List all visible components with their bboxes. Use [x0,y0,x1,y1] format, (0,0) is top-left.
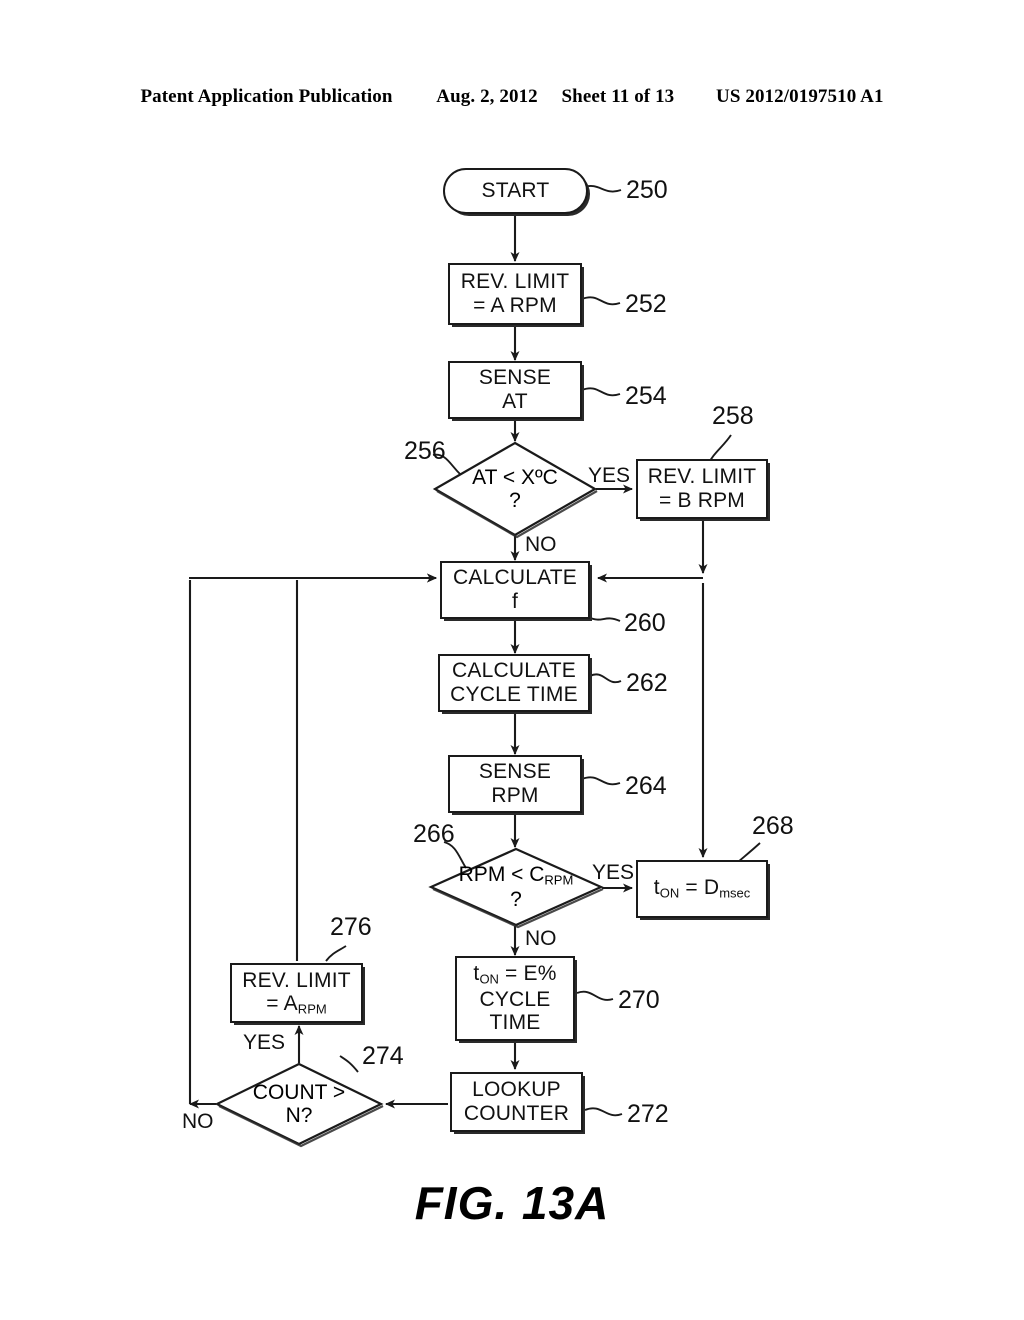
node-ton-e-line1: tON = E% [473,962,557,988]
node-rev-limit-a: REV. LIMIT = A RPM [448,263,582,325]
node-start-label: START [481,179,550,203]
edge-label-at-no: NO [525,533,557,556]
ref-258: 258 [712,402,754,430]
patent-drawing-sheet: Patent Application Publication Aug. 2, 2… [0,0,1024,1320]
edge-label-rpm-no: NO [525,927,557,950]
node-rev-limit-a2-line1: REV. LIMIT [242,968,351,992]
leader-262 [589,673,622,684]
node-rev-limit-b: REV. LIMIT = B RPM [636,459,768,519]
node-rev-limit-a-line2: = A RPM [473,294,557,317]
node-calculate-cycle-time-line1: CALCULATE [452,659,576,683]
ref-250: 250 [626,176,668,204]
node-ton-e-line3: TIME [489,1011,541,1035]
node-calculate-f: CALCULATE f [440,561,590,619]
node-sense-rpm: SENSE RPM [448,755,582,813]
leader-260 [587,616,621,622]
node-calculate-cycle-time-line2: CYCLE TIME [450,683,578,706]
ref-276: 276 [330,913,372,941]
ref-268: 268 [752,812,794,840]
node-sense-rpm-line2: RPM [491,784,539,807]
edge-label-at-yes: YES [588,464,631,487]
figure-caption: FIG. 13A [414,1177,610,1229]
node-ton-d: tON = Dmsec [636,860,768,918]
ref-274: 274 [362,1042,404,1070]
ref-262: 262 [626,669,668,697]
leader-254 [581,387,621,397]
node-sense-at-line2: AT [502,390,528,413]
edge-label-count-no: NO [182,1110,214,1133]
ref-252: 252 [625,290,667,318]
node-rpm-check: RPM < CRPM ? [428,847,604,929]
ref-266: 266 [413,820,455,848]
node-calculate-cycle-time: CALCULATE CYCLE TIME [438,654,590,712]
node-lookup-counter-line2: COUNTER [463,1102,570,1125]
node-rev-limit-a-line1: REV. LIMIT [460,270,570,294]
node-lookup-counter-line1: LOOKUP [472,1078,561,1102]
node-start: START [443,168,588,214]
ref-254: 254 [625,382,667,410]
ref-272: 272 [627,1100,669,1128]
ref-264: 264 [625,772,667,800]
node-calculate-f-line2: f [511,590,519,613]
node-calculate-f-line1: CALCULATE [453,566,577,590]
ref-260: 260 [624,609,666,637]
node-ton-e: tON = E% CYCLE TIME [455,956,575,1041]
node-at-check: AT < XºC ? [432,441,598,539]
node-sense-at-line1: SENSE [478,366,552,390]
node-sense-at: SENSE AT [448,361,582,419]
edge-label-rpm-yes: YES [592,861,635,884]
node-ton-d-label: tON = Dmsec [653,876,751,902]
node-rev-limit-b-line1: REV. LIMIT [647,465,757,489]
leader-250 [583,184,622,193]
node-rev-limit-b-line2: = B RPM [658,489,745,512]
leader-270 [576,990,614,1001]
leader-276 [325,945,347,962]
ref-256: 256 [404,437,446,465]
node-rev-limit-a2: REV. LIMIT = ARPM [230,963,363,1023]
edge-label-count-yes: YES [243,1031,286,1054]
node-rev-limit-a2-line2: = ARPM [266,992,327,1017]
leader-272 [584,1107,623,1117]
node-lookup-counter: LOOKUP COUNTER [450,1072,583,1132]
leader-264 [581,776,621,786]
ref-270: 270 [618,986,660,1014]
node-ton-e-line2: CYCLE [479,987,551,1011]
node-sense-rpm-line1: SENSE [478,760,552,784]
node-count-check: COUNT > N? [214,1062,384,1148]
leader-252 [581,296,621,306]
